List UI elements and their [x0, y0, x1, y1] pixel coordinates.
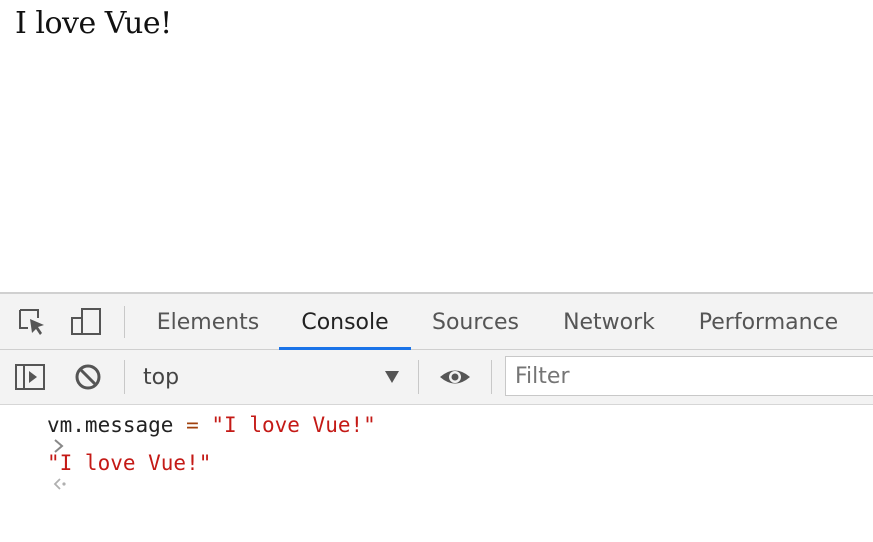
devtools-tabbar: Elements Console Sources Network Perform…	[0, 294, 873, 350]
console-input-code: vm.message = "I love Vue!"	[47, 408, 376, 442]
device-toolbar-icon[interactable]	[70, 307, 101, 337]
toolbar-divider	[491, 360, 492, 394]
dropdown-arrow-icon[interactable]	[385, 371, 399, 383]
page-heading: I love Vue!	[15, 6, 172, 41]
tab-elements[interactable]: Elements	[146, 294, 270, 349]
inspect-element-icon[interactable]	[17, 307, 47, 337]
toolbar-divider	[124, 360, 125, 394]
console-toolbar: top	[0, 350, 873, 405]
console-sidebar-icon[interactable]	[14, 362, 45, 392]
console-output-code: "I love Vue!"	[47, 446, 211, 480]
console-operator: =	[186, 413, 199, 437]
toolbar-divider	[124, 306, 125, 338]
console-output-line: "I love Vue!"	[0, 446, 873, 490]
toolbar-divider	[418, 360, 419, 394]
tab-network[interactable]: Network	[549, 294, 669, 349]
execution-context-select[interactable]: top	[143, 350, 179, 404]
clear-console-icon[interactable]	[73, 362, 103, 392]
console-input-line: vm.message = "I love Vue!"	[0, 408, 873, 453]
tab-performance[interactable]: Performance	[688, 294, 849, 349]
tab-console[interactable]: Console	[279, 294, 411, 350]
eye-icon[interactable]	[438, 362, 470, 392]
devtools-panel: Elements Console Sources Network Perform…	[0, 292, 873, 490]
console-identifier: vm.message	[47, 413, 174, 437]
tab-sources[interactable]: Sources	[419, 294, 532, 349]
filter-input[interactable]	[505, 356, 873, 396]
console-output-string: "I love Vue!"	[47, 451, 212, 475]
console-input-string: "I love Vue!"	[211, 413, 376, 437]
